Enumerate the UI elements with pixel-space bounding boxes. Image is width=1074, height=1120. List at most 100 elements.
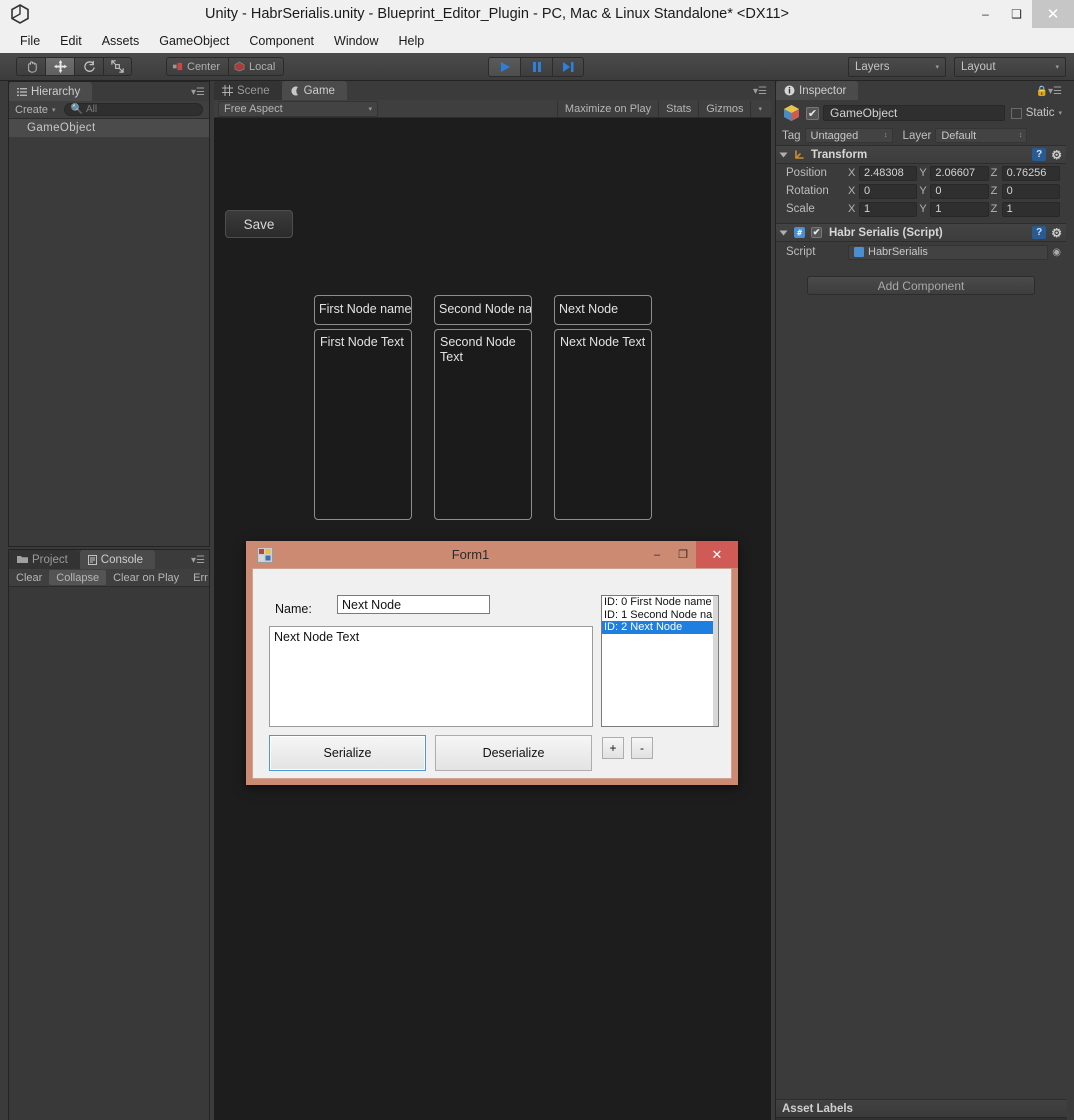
pivot-group: Center Local [166,57,285,76]
layer-dropdown[interactable]: Default ↕ [935,128,1028,143]
node-text[interactable]: Second Node Text [434,329,532,520]
inspector-menu-icon[interactable]: 🔒▾☰ [1036,86,1062,97]
list-item-selected[interactable]: ID: 2 Next Node [602,621,718,634]
menu-gameobject[interactable]: GameObject [149,31,239,51]
scale-tool-button[interactable] [103,57,132,76]
script-object-field[interactable]: HabrSerialis ◉ [848,244,1061,260]
menu-window[interactable]: Window [324,31,388,51]
close-button[interactable]: ✕ [1032,0,1074,28]
menu-file[interactable]: File [10,31,50,51]
stats-button[interactable]: Stats [658,100,698,117]
save-button[interactable]: Save [225,210,293,238]
expand-triangle-icon[interactable] [779,152,788,157]
collapse-button[interactable]: Collapse [49,570,107,585]
component-enabled-checkbox[interactable]: ✔ [811,227,822,238]
create-dropdown[interactable]: Create ▾ [9,104,62,116]
minimize-button[interactable]: – [970,0,1001,28]
pivot-mode-label: Center [187,60,221,73]
folder-icon [17,556,28,563]
form1-maximize-button[interactable]: ❐ [670,541,696,568]
maximize-on-play-button[interactable]: Maximize on Play [556,100,658,117]
rotation-z-input[interactable]: 0 [1001,183,1060,199]
tab-console[interactable]: Console [79,550,155,569]
rotation-y-input[interactable]: 0 [930,183,989,199]
object-enabled-checkbox[interactable]: ✔ [806,106,819,120]
object-name-field[interactable]: GameObject [823,105,1005,121]
console-menu-icon[interactable]: ▾☰ [191,555,205,566]
gizmos-dropdown-arrow[interactable]: ▾ [750,100,769,117]
tab-hierarchy[interactable]: Hierarchy [9,82,93,101]
node-text[interactable]: First Node Text [314,329,412,520]
form1-title-bar[interactable]: Form1 – ❐ ✕ [246,541,738,568]
list-item[interactable]: ID: 1 Second Node nam [602,609,718,622]
object-picker-icon[interactable]: ◉ [1052,247,1061,258]
chevron-updown-icon: ↕ [884,132,888,139]
hand-tool-button[interactable] [16,57,45,76]
tab-scene[interactable]: Scene [214,81,282,100]
clear-button[interactable]: Clear [9,570,49,585]
error-pause-button[interactable]: Err [186,570,215,585]
position-x-input[interactable]: 2.48308 [859,165,918,181]
axis-x-label: X [848,185,856,197]
hierarchy-menu-icon[interactable]: ▾☰ [191,87,205,98]
hierarchy-item-gameobject[interactable]: GameObject [9,119,209,137]
console-log-area [9,587,209,1120]
gizmos-button[interactable]: Gizmos [698,100,750,117]
layout-dropdown[interactable]: Layout ▾ [954,57,1066,77]
add-node-button[interactable]: + [602,737,624,759]
scale-x-input[interactable]: 1 [859,201,918,217]
menu-assets[interactable]: Assets [92,31,150,51]
rotation-x-input[interactable]: 0 [859,183,918,199]
maximize-button[interactable]: ❑ [1001,0,1032,28]
scale-z-input[interactable]: 1 [1001,201,1060,217]
static-checkbox[interactable] [1010,107,1022,119]
node-listbox[interactable]: ID: 0 First Node name ID: 1 Second Node … [601,595,719,727]
tag-dropdown[interactable]: Untagged ↕ [804,128,893,143]
node-title[interactable]: Next Node [554,295,652,325]
list-item[interactable]: ID: 0 First Node name [602,596,718,609]
menu-help[interactable]: Help [388,31,434,51]
menu-component[interactable]: Component [239,31,324,51]
menu-edit[interactable]: Edit [50,31,92,51]
step-button[interactable] [552,57,584,77]
scale-y-input[interactable]: 1 [930,201,989,217]
tab-game[interactable]: Game [281,81,347,100]
expand-triangle-icon[interactable] [779,230,788,235]
component-header-habr-serialis[interactable]: # ✔ Habr Serialis (Script) ? ⚙ [776,223,1066,242]
node-title[interactable]: First Node name [314,295,412,325]
chevron-down-icon[interactable]: ▾ [1058,109,1062,117]
serialize-button[interactable]: Serialize [269,735,426,771]
tab-project[interactable]: Project [9,550,80,569]
name-input[interactable]: Next Node [337,595,490,614]
layers-dropdown[interactable]: Layers ▾ [848,57,946,77]
hierarchy-list: GameObject [9,119,209,137]
help-icon[interactable]: ? [1032,226,1047,239]
listbox-scrollbar[interactable] [713,596,718,726]
component-header-transform[interactable]: Transform ? ⚙ [776,145,1066,164]
rotate-tool-button[interactable] [74,57,103,76]
move-tool-button[interactable] [45,57,74,76]
position-z-input[interactable]: 0.76256 [1001,165,1060,181]
node-text[interactable]: Next Node Text [554,329,652,520]
hierarchy-search-input[interactable]: 🔍 All [63,103,203,116]
pivot-rotation-button[interactable]: Local [228,57,285,76]
node-text-textarea[interactable]: Next Node Text [269,626,593,727]
pause-button[interactable] [520,57,552,77]
add-component-button[interactable]: Add Component [807,276,1035,295]
deserialize-button[interactable]: Deserialize [435,735,592,771]
pivot-mode-button[interactable]: Center [166,57,229,76]
tab-inspector[interactable]: Inspector [776,81,859,100]
game-menu-icon[interactable]: ▾☰ [753,86,767,97]
gear-icon[interactable]: ⚙ [1051,226,1062,240]
position-y-input[interactable]: 2.06607 [930,165,989,181]
node-title[interactable]: Second Node na [434,295,532,325]
play-button[interactable] [488,57,520,77]
gear-icon[interactable]: ⚙ [1051,148,1062,162]
clear-on-play-button[interactable]: Clear on Play [106,570,186,585]
form1-minimize-button[interactable]: – [644,541,670,568]
static-toggle[interactable]: Static ▾ [1010,107,1062,119]
form1-close-button[interactable]: ✕ [696,541,738,568]
remove-node-button[interactable]: - [631,737,653,759]
help-icon[interactable]: ? [1032,148,1047,161]
aspect-dropdown[interactable]: Free Aspect ▾ [218,100,378,117]
